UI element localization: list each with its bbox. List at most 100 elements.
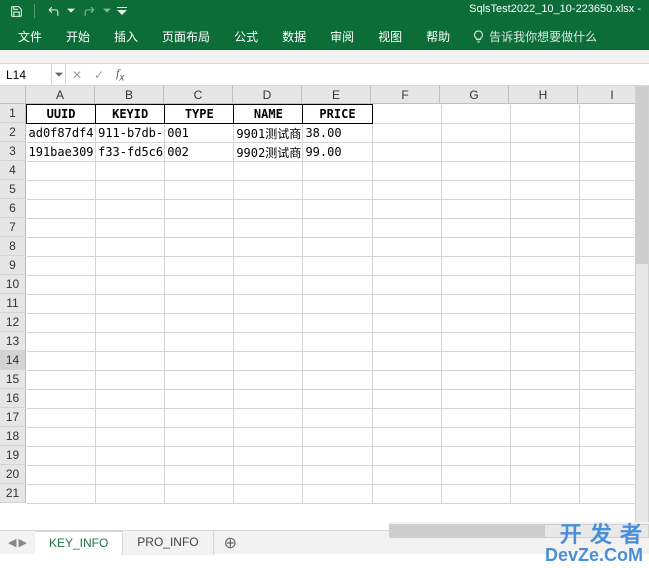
ribbon-tab-help[interactable]: 帮助 <box>414 22 462 51</box>
row-header[interactable]: 21 <box>0 484 26 503</box>
row-header[interactable]: 13 <box>0 332 26 351</box>
cell[interactable] <box>372 371 441 390</box>
cell[interactable] <box>372 257 441 276</box>
cell[interactable] <box>165 162 234 181</box>
ribbon-tab-data[interactable]: 数据 <box>270 22 318 51</box>
sheet-tab[interactable]: PRO_INFO <box>123 531 213 555</box>
column-header[interactable]: G <box>440 86 509 104</box>
row-header[interactable]: 1 <box>0 104 26 123</box>
cell[interactable] <box>96 485 165 504</box>
row-header[interactable]: 6 <box>0 199 26 218</box>
cell[interactable] <box>234 314 303 333</box>
cell[interactable] <box>372 409 441 428</box>
fx-icon[interactable]: fx <box>110 66 130 83</box>
cell[interactable] <box>510 105 579 124</box>
cell[interactable] <box>372 105 441 124</box>
cell[interactable] <box>27 162 96 181</box>
chevron-down-icon[interactable] <box>103 3 111 19</box>
column-header[interactable]: E <box>302 86 371 104</box>
cell[interactable] <box>303 219 372 238</box>
cell[interactable] <box>303 409 372 428</box>
formula-input[interactable] <box>130 64 649 85</box>
cell[interactable] <box>27 428 96 447</box>
cell[interactable] <box>303 390 372 409</box>
cell[interactable] <box>372 314 441 333</box>
cell[interactable] <box>372 390 441 409</box>
ribbon-tab-file[interactable]: 文件 <box>6 22 54 51</box>
cell[interactable] <box>165 238 234 257</box>
row-header[interactable]: 8 <box>0 237 26 256</box>
ribbon-tab-view[interactable]: 视图 <box>366 22 414 51</box>
cell[interactable] <box>303 314 372 333</box>
cell[interactable] <box>165 200 234 219</box>
cell[interactable] <box>372 124 441 143</box>
row-header[interactable]: 5 <box>0 180 26 199</box>
chevron-down-icon[interactable] <box>67 3 75 19</box>
add-sheet-button[interactable]: ⊕ <box>214 533 247 553</box>
cell[interactable] <box>96 371 165 390</box>
cell[interactable] <box>27 390 96 409</box>
cell[interactable]: KEYID <box>96 105 165 124</box>
cell[interactable] <box>27 181 96 200</box>
cell[interactable] <box>441 314 510 333</box>
cell[interactable] <box>510 238 579 257</box>
cell[interactable] <box>27 466 96 485</box>
cell[interactable] <box>96 200 165 219</box>
cell[interactable] <box>96 219 165 238</box>
cell[interactable] <box>165 181 234 200</box>
horizontal-scrollbar[interactable] <box>389 522 649 540</box>
row-header[interactable]: 16 <box>0 389 26 408</box>
cell[interactable] <box>510 485 579 504</box>
cell[interactable] <box>441 238 510 257</box>
cell[interactable] <box>372 276 441 295</box>
cell[interactable] <box>234 219 303 238</box>
cell[interactable]: 002 <box>165 143 234 162</box>
spreadsheet-grid[interactable]: ABCDEFGHI 123456789101112131415161718192… <box>0 86 649 521</box>
cell[interactable]: 191bae309 <box>27 143 96 162</box>
sheet-nav-prev-icon[interactable]: ◀ <box>8 536 16 549</box>
cell[interactable] <box>510 409 579 428</box>
qat-customize-icon[interactable] <box>117 3 127 19</box>
row-header[interactable]: 12 <box>0 313 26 332</box>
cell[interactable] <box>27 200 96 219</box>
row-header[interactable]: 7 <box>0 218 26 237</box>
cell[interactable] <box>510 181 579 200</box>
cell[interactable] <box>234 295 303 314</box>
cell[interactable] <box>165 485 234 504</box>
cell[interactable] <box>96 162 165 181</box>
name-box[interactable]: L14 <box>0 64 52 85</box>
cell[interactable] <box>372 181 441 200</box>
cell[interactable] <box>303 371 372 390</box>
cell[interactable] <box>96 238 165 257</box>
cancel-icon[interactable]: ✕ <box>66 68 88 82</box>
cell[interactable] <box>234 181 303 200</box>
cell[interactable] <box>303 162 372 181</box>
cell[interactable] <box>510 352 579 371</box>
cell[interactable] <box>372 485 441 504</box>
cell[interactable] <box>441 466 510 485</box>
cell[interactable] <box>27 409 96 428</box>
cell[interactable] <box>510 143 579 162</box>
column-header[interactable]: H <box>509 86 578 104</box>
cell[interactable] <box>372 352 441 371</box>
cell[interactable] <box>510 447 579 466</box>
column-header[interactable]: B <box>95 86 164 104</box>
column-header[interactable]: C <box>164 86 233 104</box>
cell[interactable] <box>372 238 441 257</box>
cell[interactable] <box>510 428 579 447</box>
cell[interactable] <box>165 409 234 428</box>
cell[interactable]: NAME <box>234 105 303 124</box>
row-header[interactable]: 15 <box>0 370 26 389</box>
cell[interactable] <box>27 485 96 504</box>
cell[interactable]: PRICE <box>303 105 372 124</box>
redo-icon[interactable] <box>81 3 97 19</box>
save-icon[interactable] <box>8 3 24 19</box>
cell[interactable] <box>234 352 303 371</box>
cell[interactable] <box>96 447 165 466</box>
cell[interactable] <box>510 314 579 333</box>
cell[interactable] <box>303 352 372 371</box>
cell[interactable] <box>165 390 234 409</box>
row-header[interactable]: 19 <box>0 446 26 465</box>
cell[interactable] <box>441 181 510 200</box>
cell[interactable] <box>372 162 441 181</box>
